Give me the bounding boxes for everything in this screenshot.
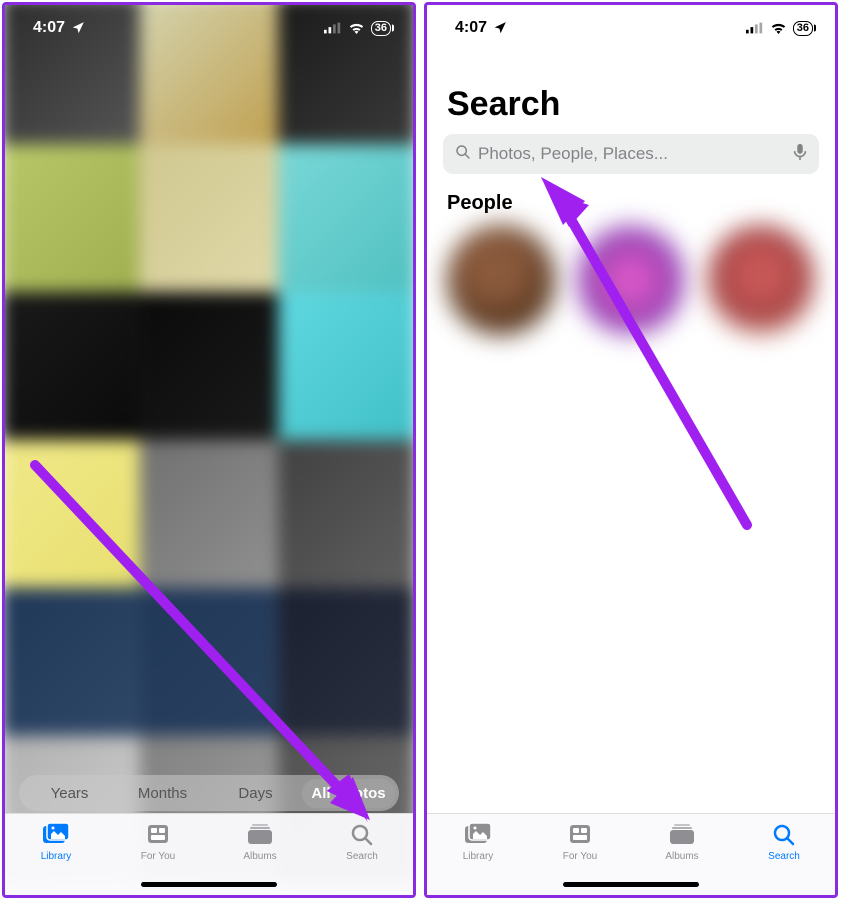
tab-label: For You xyxy=(141,851,175,862)
library-icon xyxy=(464,822,492,849)
tab-library[interactable]: Library xyxy=(16,822,96,862)
search-field[interactable] xyxy=(443,134,819,174)
tab-library[interactable]: Library xyxy=(438,822,518,862)
tab-for-you[interactable]: For You xyxy=(540,822,620,862)
person-avatar[interactable] xyxy=(577,225,685,335)
seg-days[interactable]: Days xyxy=(209,779,302,808)
location-icon xyxy=(493,21,507,35)
wifi-icon xyxy=(770,22,787,34)
tab-for-you[interactable]: For You xyxy=(118,822,198,862)
battery-indicator: 36 xyxy=(371,21,391,36)
wifi-icon xyxy=(348,22,365,34)
person-avatar[interactable] xyxy=(447,225,555,335)
tab-label: Albums xyxy=(243,851,276,862)
tab-label: For You xyxy=(563,851,597,862)
cellular-signal-icon xyxy=(324,22,342,34)
seg-years[interactable]: Years xyxy=(23,779,116,808)
people-row xyxy=(427,225,835,335)
seg-all-photos[interactable]: All Photos xyxy=(302,779,395,808)
tab-label: Library xyxy=(41,851,72,862)
for-you-icon xyxy=(566,822,594,849)
location-icon xyxy=(71,21,85,35)
tab-albums[interactable]: Albums xyxy=(642,822,722,862)
tab-label: Library xyxy=(463,851,494,862)
battery-indicator: 36 xyxy=(793,21,813,36)
cellular-signal-icon xyxy=(746,22,764,34)
home-indicator xyxy=(563,882,699,887)
status-bar: 4:07 36 xyxy=(427,5,835,51)
microphone-icon[interactable] xyxy=(793,143,807,166)
right-screenshot: 4:07 36 Search xyxy=(424,2,838,898)
library-view-segmented-control: Years Months Days All Photos xyxy=(19,775,399,811)
tab-search[interactable]: Search xyxy=(744,822,824,862)
person-avatar[interactable] xyxy=(707,225,815,335)
people-heading: People xyxy=(427,174,835,225)
status-bar: 4:07 36 xyxy=(5,5,413,51)
status-time: 4:07 xyxy=(33,19,65,37)
status-time: 4:07 xyxy=(455,19,487,37)
tab-label: Search xyxy=(346,851,378,862)
search-icon xyxy=(348,822,376,849)
left-screenshot: 4:07 36 Years Months Days All Photos xyxy=(2,2,416,898)
albums-icon xyxy=(668,822,696,849)
page-title: Search xyxy=(427,85,835,134)
search-icon xyxy=(455,144,471,165)
tab-search[interactable]: Search xyxy=(322,822,402,862)
albums-icon xyxy=(246,822,274,849)
tab-label: Albums xyxy=(665,851,698,862)
library-icon xyxy=(42,822,70,849)
home-indicator xyxy=(141,882,277,887)
seg-months[interactable]: Months xyxy=(116,779,209,808)
search-icon xyxy=(770,822,798,849)
for-you-icon xyxy=(144,822,172,849)
photo-grid xyxy=(2,2,416,898)
tab-albums[interactable]: Albums xyxy=(220,822,300,862)
search-input[interactable] xyxy=(478,144,786,164)
tab-label: Search xyxy=(768,851,800,862)
